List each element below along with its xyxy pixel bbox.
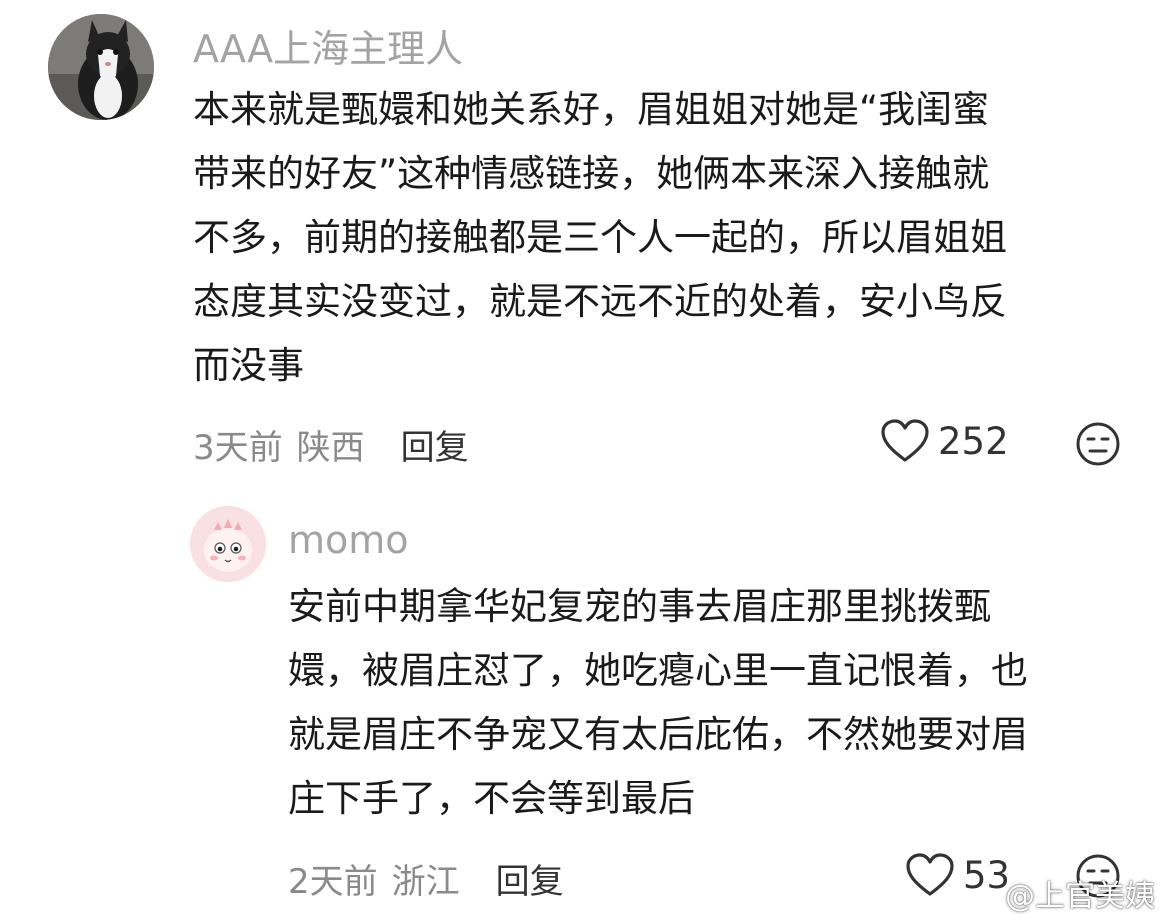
timestamp: 2天前 bbox=[288, 862, 378, 902]
comment-line: 庄下手了，不会等到最后 bbox=[288, 777, 695, 820]
comment-text: 安前中期拿华妃复宠的事去眉庄那里挑拨甄 嬛，被眉庄怼了，她吃瘪心里一直记恨着，也… bbox=[288, 575, 1028, 831]
username[interactable]: momo bbox=[288, 518, 409, 562]
heart-icon bbox=[906, 853, 954, 896]
like-button[interactable]: 53 bbox=[905, 852, 1010, 898]
comment-item: AAA上海主理人 本来就是甄嬛和她关系好，眉姐姐对她是“我闺蜜 带来的好友”这种… bbox=[0, 0, 1169, 480]
comment-line: 就是眉庄不争宠又有太后庇佑，不然她要对眉 bbox=[288, 713, 1028, 756]
comment-meta: 2天前 浙江 回复 bbox=[288, 854, 564, 903]
comment-line: 安前中期拿华妃复宠的事去眉庄那里挑拨甄 bbox=[288, 585, 991, 628]
avatar[interactable] bbox=[190, 506, 266, 582]
watermark: @上官美姨 bbox=[1005, 879, 1155, 914]
reply-comment-item: momo 安前中期拿华妃复宠的事去眉庄那里挑拨甄 嬛，被眉庄怼了，她吃瘪心里一直… bbox=[0, 480, 1169, 921]
location: 浙江 bbox=[391, 862, 460, 902]
comment-line: 本来就是甄嬛和她关系好，眉姐姐对她是“我闺蜜 bbox=[193, 88, 990, 131]
cat-avatar-icon bbox=[48, 14, 154, 120]
like-button[interactable]: 252 bbox=[880, 418, 1009, 464]
avatar[interactable] bbox=[48, 14, 154, 120]
like-count: 53 bbox=[963, 853, 1011, 897]
heart-icon bbox=[881, 419, 929, 462]
timestamp: 3天前 bbox=[193, 428, 283, 468]
comment-line: 嬛，被眉庄怼了，她吃瘪心里一直记恨着，也 bbox=[288, 649, 1028, 692]
reply-button[interactable]: 回复 bbox=[496, 854, 564, 903]
username[interactable]: AAA上海主理人 bbox=[193, 18, 463, 73]
pink-dino-avatar-icon bbox=[190, 506, 266, 582]
comment-line: 态度其实没变过，就是不远不近的处着，安小鸟反 bbox=[193, 280, 1007, 323]
comment-thread: AAA上海主理人 本来就是甄嬛和她关系好，眉姐姐对她是“我闺蜜 带来的好友”这种… bbox=[0, 0, 1169, 921]
comment-line: 而没事 bbox=[193, 344, 304, 387]
comment-line: 不多，前期的接触都是三个人一起的，所以眉姐姐 bbox=[193, 216, 1007, 259]
comment-meta: 3天前 陕西 回复 bbox=[193, 420, 469, 469]
reply-button[interactable]: 回复 bbox=[401, 420, 469, 469]
comment-text: 本来就是甄嬛和她关系好，眉姐姐对她是“我闺蜜 带来的好友”这种情感链接，她俩本来… bbox=[193, 78, 1007, 398]
like-count: 252 bbox=[938, 419, 1009, 463]
meh-face-icon bbox=[1076, 422, 1120, 466]
dislike-button[interactable] bbox=[1074, 420, 1122, 472]
location: 陕西 bbox=[296, 428, 365, 468]
comment-line: 带来的好友”这种情感链接，她俩本来深入接触就 bbox=[193, 152, 990, 195]
